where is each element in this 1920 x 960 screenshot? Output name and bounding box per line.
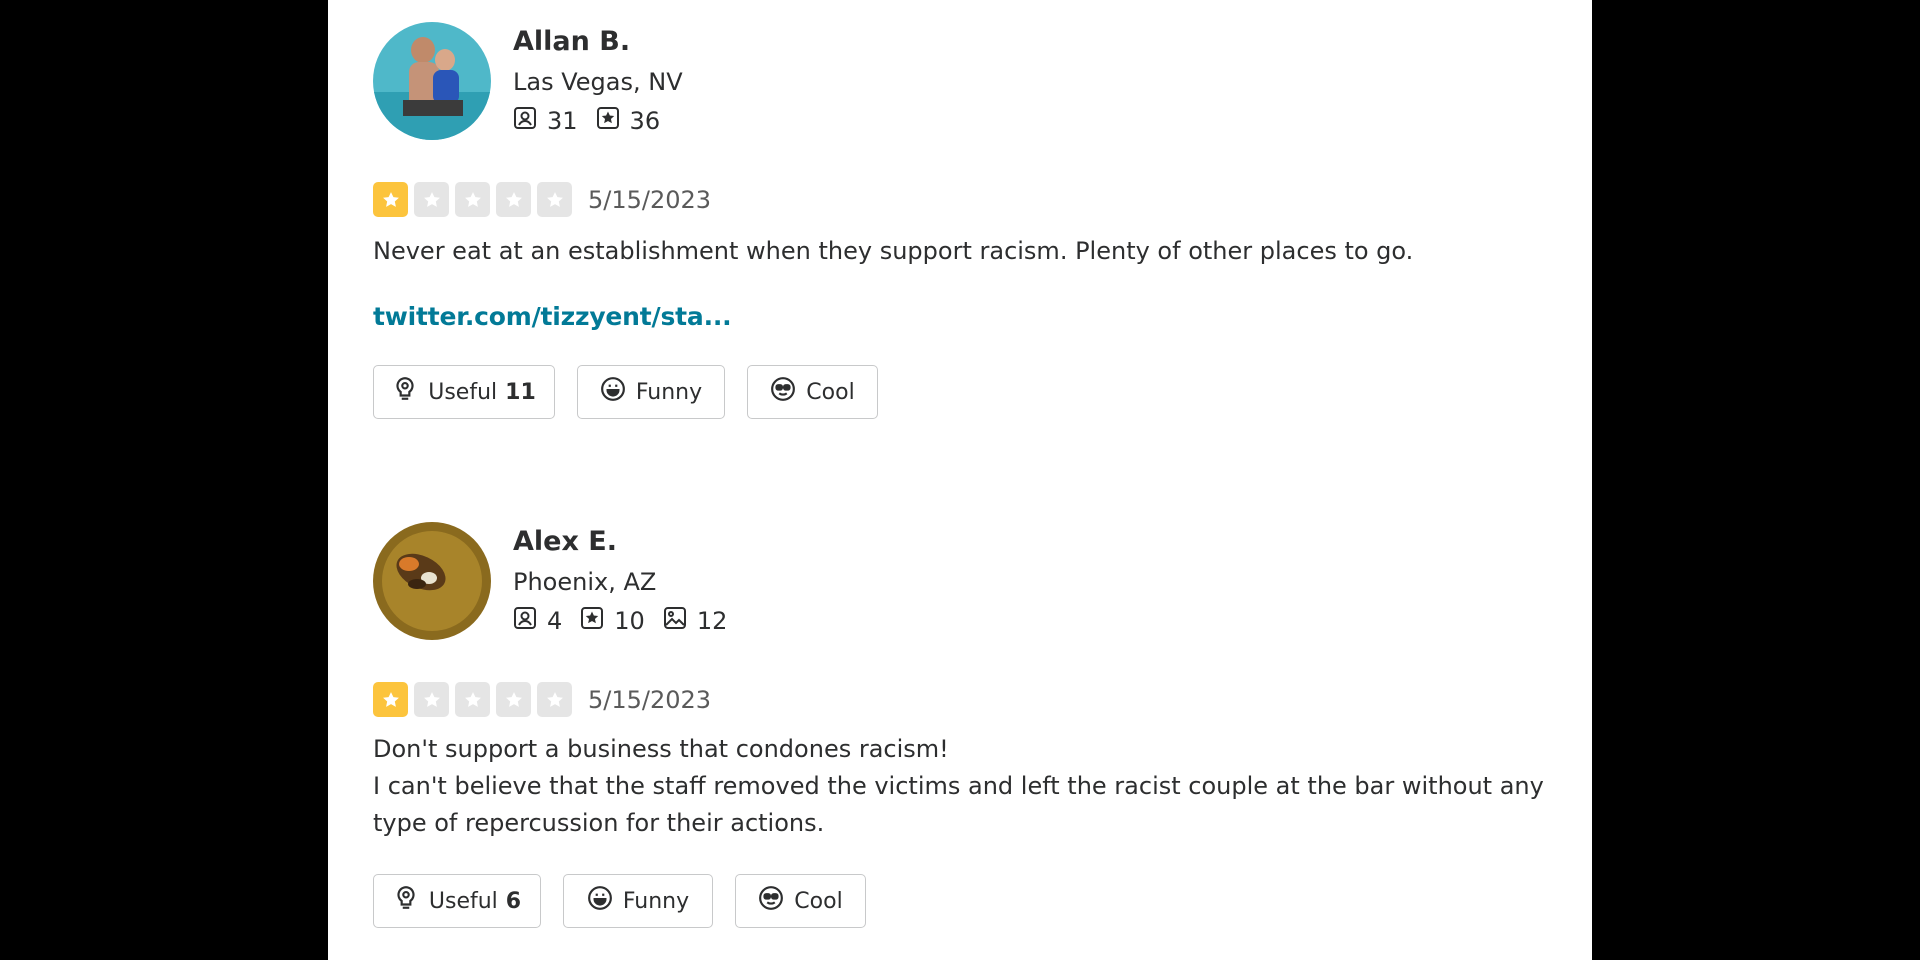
- friends-stat: 31: [513, 106, 578, 136]
- laugh-face-icon: [600, 376, 636, 408]
- useful-count: 6: [505, 888, 522, 914]
- cool-button[interactable]: Cool: [735, 874, 866, 928]
- reviewer-stats: 31 36: [513, 106, 683, 136]
- reviewer-name[interactable]: Allan B.: [513, 24, 683, 60]
- reviewer-stats: 4 10 12: [513, 606, 745, 636]
- star-rating: [373, 682, 578, 717]
- cool-button[interactable]: Cool: [747, 365, 878, 419]
- review-text: Never eat at an establishment when they …: [373, 237, 1414, 265]
- reviewer-header: Allan B. Las Vegas, NV 31 36: [373, 22, 1553, 140]
- useful-button[interactable]: Useful 11: [373, 365, 555, 419]
- star-icon: [496, 682, 531, 717]
- lightbulb-icon: [393, 885, 429, 917]
- avatar[interactable]: [373, 522, 491, 640]
- reviewer-name[interactable]: Alex E.: [513, 524, 745, 560]
- star-icon: [496, 182, 531, 217]
- review-item: Allan B. Las Vegas, NV 31 36 5/15/2023 N…: [373, 22, 1553, 419]
- useful-button[interactable]: Useful 6: [373, 874, 541, 928]
- reviewer-info: Allan B. Las Vegas, NV 31 36: [513, 22, 683, 136]
- star-rating: [373, 182, 578, 217]
- reviews-count: 10: [614, 607, 645, 635]
- sunglasses-face-icon: [770, 376, 806, 408]
- laugh-face-icon: [587, 885, 623, 917]
- star-icon: [537, 682, 572, 717]
- friends-count: 31: [547, 107, 578, 135]
- review-star-icon: [596, 106, 630, 136]
- funny-button[interactable]: Funny: [563, 874, 713, 928]
- review-link[interactable]: twitter.com/tizzyent/sta...: [373, 302, 732, 331]
- star-icon: [455, 182, 490, 217]
- star-icon: [373, 682, 408, 717]
- review-star-icon: [580, 606, 614, 636]
- star-icon: [414, 182, 449, 217]
- friends-icon: [513, 106, 547, 136]
- sunglasses-face-icon: [758, 885, 794, 917]
- avatar[interactable]: [373, 22, 491, 140]
- cool-label: Cool: [794, 888, 843, 914]
- reviews-count: 36: [629, 107, 661, 135]
- photo-icon: [663, 606, 697, 636]
- reviewer-location: Las Vegas, NV: [513, 68, 683, 96]
- useful-label: Useful: [428, 888, 498, 914]
- photos-stat: 12: [663, 606, 728, 636]
- cool-label: Cool: [806, 379, 855, 405]
- rating-row: 5/15/2023: [373, 182, 1553, 217]
- review-date: 5/15/2023: [588, 185, 712, 214]
- star-icon: [537, 182, 572, 217]
- friends-stat: 4: [513, 606, 562, 636]
- star-icon: [373, 182, 408, 217]
- funny-label: Funny: [622, 888, 690, 914]
- funny-button[interactable]: Funny: [577, 365, 725, 419]
- review-text: Don't support a business that condones r…: [373, 735, 1544, 837]
- star-icon: [455, 682, 490, 717]
- reviewer-info: Alex E. Phoenix, AZ 4 10 12: [513, 522, 745, 636]
- reaction-buttons: Useful 6 Funny Cool: [373, 874, 1553, 928]
- reviewer-location: Phoenix, AZ: [513, 568, 657, 596]
- funny-label: Funny: [635, 379, 703, 405]
- reviewer-header: Alex E. Phoenix, AZ 4 10 12: [373, 522, 1553, 640]
- lightbulb-icon: [392, 376, 428, 408]
- reviews-stat: 36: [596, 106, 661, 136]
- star-icon: [414, 682, 449, 717]
- reviews-stat: 10: [580, 606, 645, 636]
- rating-row: 5/15/2023: [373, 682, 1553, 717]
- useful-count: 11: [505, 379, 536, 405]
- photos-count: 12: [696, 607, 728, 635]
- useful-label: Useful: [428, 379, 498, 405]
- review-date: 5/15/2023: [588, 685, 712, 714]
- friends-count: 4: [547, 607, 563, 635]
- reviews-panel: Allan B. Las Vegas, NV 31 36 5/15/2023 N…: [328, 0, 1592, 960]
- review-link-row: twitter.com/tizzyent/sta...: [373, 302, 1553, 331]
- review-item: Alex E. Phoenix, AZ 4 10 12 5/15/2023 Do…: [373, 522, 1553, 928]
- friends-icon: [513, 606, 547, 636]
- reaction-buttons: Useful 11 Funny Cool: [373, 365, 1553, 419]
